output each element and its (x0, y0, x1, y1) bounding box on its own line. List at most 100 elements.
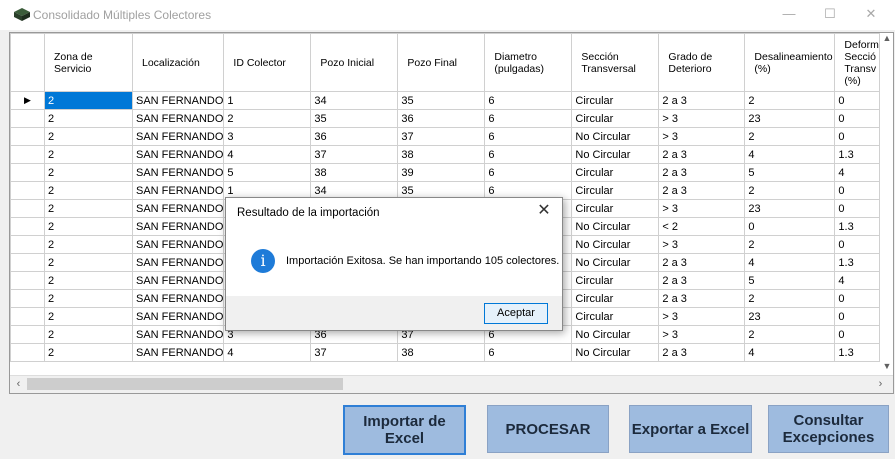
table-cell[interactable]: 2 (44, 235, 133, 254)
table-cell[interactable]: 3 (223, 127, 312, 146)
table-cell[interactable]: 23 (744, 109, 836, 128)
row-header[interactable] (10, 145, 45, 164)
table-cell[interactable]: 1.3 (834, 253, 880, 272)
table-cell[interactable]: > 3 (658, 325, 746, 344)
table-cell[interactable]: 2 a 3 (658, 271, 746, 290)
table-cell[interactable]: 1.3 (834, 343, 880, 362)
table-cell[interactable]: 37 (310, 145, 399, 164)
table-cell[interactable]: 2 (44, 217, 133, 236)
table-cell[interactable]: 0 (834, 109, 880, 128)
table-row[interactable]: 2 SAN FERNANDO 4 37 38 6 No Circular 2 a 3 4 1.3 (10, 145, 880, 164)
table-cell[interactable]: 5 (744, 271, 836, 290)
table-cell[interactable]: 2 (744, 91, 836, 110)
table-cell[interactable]: SAN FERNANDO (131, 289, 225, 308)
table-cell[interactable]: 5 (744, 163, 836, 182)
table-cell[interactable]: < 2 (658, 217, 746, 236)
table-cell[interactable]: 4 (223, 343, 312, 362)
table-cell[interactable]: Circular (571, 199, 660, 218)
row-header[interactable] (10, 109, 45, 128)
table-cell[interactable]: 1 (223, 91, 312, 110)
table-cell[interactable]: 23 (744, 307, 836, 326)
table-cell[interactable]: No Circular (571, 217, 660, 236)
table-row[interactable]: 2SAN FERNANDO235366Circular> 3230 (10, 109, 880, 128)
maximize-button[interactable]: ☐ (815, 3, 845, 25)
table-cell[interactable]: Circular (571, 307, 660, 326)
aceptar-button[interactable]: Aceptar (484, 303, 548, 324)
row-header[interactable] (10, 343, 45, 362)
table-cell[interactable]: 4 (834, 271, 880, 290)
table-cell[interactable]: 4 (834, 163, 880, 182)
table-cell[interactable]: 2 a 3 (658, 145, 746, 164)
table-cell[interactable]: > 3 (658, 127, 746, 146)
table-cell[interactable]: 0 (744, 217, 836, 236)
table-cell[interactable]: 6 (484, 145, 573, 164)
table-row[interactable]: 2 SAN FERNANDO 3 36 37 6 No Circular > 320 (10, 127, 880, 146)
table-cell[interactable]: 23 (744, 199, 836, 218)
table-cell[interactable]: 2 (744, 289, 836, 308)
row-header[interactable] (10, 181, 45, 200)
table-cell[interactable]: SAN FERNANDO (131, 163, 225, 182)
row-header[interactable]: ▶ (10, 91, 45, 110)
table-cell[interactable]: No Circular (571, 235, 660, 254)
table-cell[interactable]: 2 (44, 343, 133, 362)
table-cell[interactable]: SAN FERNANDO (131, 217, 225, 236)
table-cell[interactable]: 2 a 3 (658, 253, 746, 272)
table-cell[interactable]: SAN FERNANDO (131, 325, 225, 344)
table-cell[interactable]: 2 a 3 (658, 163, 746, 182)
row-header[interactable] (10, 127, 45, 146)
row-header[interactable] (10, 235, 45, 254)
table-cell[interactable]: 2 (44, 109, 133, 128)
table-cell[interactable]: SAN FERNANDO (131, 235, 225, 254)
procesar-button[interactable]: PROCESAR (487, 405, 609, 453)
column-header[interactable]: Diametro (pulgadas) (484, 33, 573, 92)
scroll-right-icon[interactable]: › (872, 376, 889, 393)
table-cell[interactable]: 2 (744, 127, 836, 146)
table-cell[interactable]: 4 (744, 343, 836, 362)
table-cell[interactable]: 0 (834, 199, 880, 218)
table-cell[interactable]: 4 (223, 145, 312, 164)
table-cell[interactable]: 0 (834, 307, 880, 326)
column-header[interactable]: Grado de Deterioro (658, 33, 746, 92)
table-cell[interactable]: 6 (484, 163, 573, 182)
row-header[interactable] (10, 325, 45, 344)
minimize-button[interactable]: — (774, 3, 804, 25)
table-cell[interactable]: 2 (44, 253, 133, 272)
table-cell[interactable]: 0 (834, 325, 880, 344)
column-header[interactable]: Deform Secció Transv (%) (834, 33, 880, 92)
column-header[interactable]: Desalineamiento (%) (744, 33, 836, 92)
table-cell[interactable]: 6 (484, 91, 573, 110)
table-cell[interactable]: 37 (397, 127, 486, 146)
scroll-left-icon[interactable]: ‹ (10, 376, 27, 393)
column-header[interactable]: Localización (131, 33, 225, 92)
row-header[interactable] (10, 217, 45, 236)
column-header[interactable]: ID Colector (223, 33, 312, 92)
table-cell[interactable]: 6 (484, 109, 573, 128)
table-cell[interactable]: 0 (834, 91, 880, 110)
table-cell[interactable]: No Circular (571, 253, 660, 272)
table-cell[interactable]: 2 (44, 127, 133, 146)
table-cell[interactable]: 5 (223, 163, 312, 182)
table-cell[interactable]: 0 (834, 127, 880, 146)
table-cell[interactable]: 34 (310, 91, 399, 110)
table-cell[interactable]: 37 (310, 343, 399, 362)
exportar-excel-button[interactable]: Exportar a Excel (629, 405, 752, 453)
scroll-down-icon[interactable]: ▼ (881, 361, 893, 376)
table-cell[interactable]: 36 (310, 127, 399, 146)
table-row[interactable]: 2 SAN FERNANDO 5 38 39 6 Circular 2 a 354 (10, 163, 880, 182)
table-cell[interactable]: No Circular (571, 127, 660, 146)
importar-excel-button[interactable]: Importar de Excel (343, 405, 466, 455)
table-cell[interactable]: 2 (44, 163, 133, 182)
table-cell[interactable]: No Circular (571, 325, 660, 344)
table-cell[interactable]: SAN FERNANDO (131, 145, 225, 164)
table-cell[interactable]: SAN FERNANDO (131, 91, 225, 110)
table-cell[interactable]: SAN FERNANDO (131, 181, 225, 200)
scroll-thumb[interactable] (27, 378, 343, 390)
table-cell[interactable]: > 3 (658, 109, 746, 128)
table-cell[interactable]: 38 (397, 343, 486, 362)
table-cell[interactable]: > 3 (658, 307, 746, 326)
table-cell[interactable]: 35 (310, 109, 399, 128)
row-header[interactable] (10, 289, 45, 308)
row-header[interactable] (10, 307, 45, 326)
table-cell[interactable]: 36 (397, 109, 486, 128)
column-header[interactable]: Pozo Inicial (310, 33, 399, 92)
